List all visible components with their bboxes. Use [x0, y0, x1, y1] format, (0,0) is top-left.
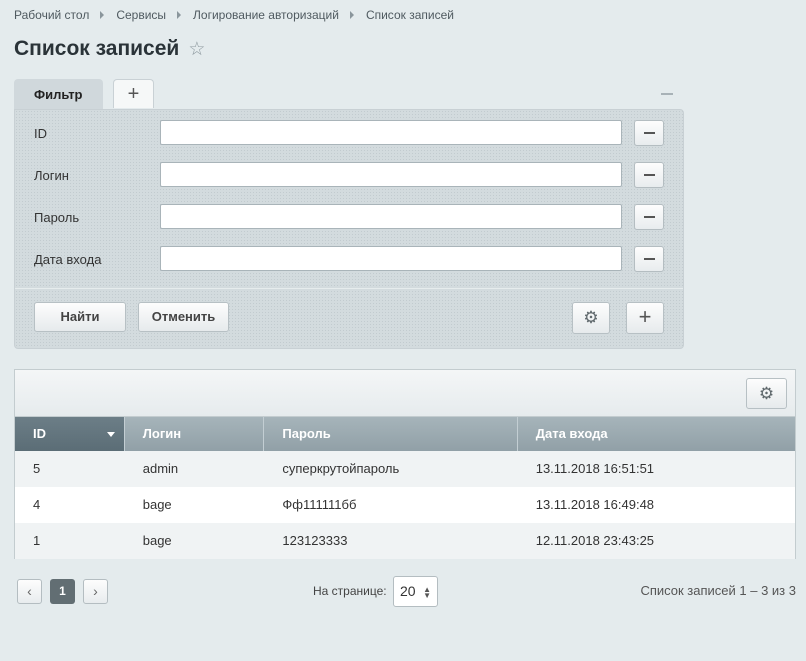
breadcrumb-auth-logging[interactable]: Логирование авторизаций [193, 8, 339, 22]
filter-input-login-date[interactable] [160, 246, 622, 271]
remove-field-button[interactable] [634, 162, 664, 188]
filter-input-id[interactable] [160, 120, 622, 145]
cancel-button[interactable]: Отменить [138, 302, 229, 332]
remove-field-button[interactable] [634, 246, 664, 272]
table-row[interactable]: 5 admin суперкрутойпароль 13.11.2018 16:… [15, 451, 795, 487]
filter-label-login-date: Дата входа [34, 252, 102, 267]
add-field-button[interactable]: + [626, 302, 664, 334]
column-header-id[interactable]: ID [15, 417, 125, 451]
grid-settings-button[interactable]: ⚙ [746, 378, 787, 409]
cell-login: bage [142, 497, 172, 512]
column-header-login[interactable]: Логин [125, 417, 265, 451]
cell-password: Фф111111бб [282, 497, 357, 512]
current-page-button[interactable]: 1 [50, 579, 75, 604]
select-arrows-icon: ▲ ▼ [423, 585, 431, 600]
prev-page-button[interactable]: ‹ [17, 579, 42, 604]
filter-label-login: Логин [34, 168, 69, 183]
table-row[interactable]: 4 bage Фф111111бб 13.11.2018 16:49:48 [15, 487, 795, 523]
filter-label-password: Пароль [34, 210, 80, 225]
filter-panel: ID Логин Пароль Дата входа Найти Отменит… [14, 109, 684, 349]
filter-input-login[interactable] [160, 162, 622, 187]
remove-field-button[interactable] [634, 120, 664, 146]
cell-login: admin [142, 461, 179, 476]
filter-row-password: Пароль [15, 204, 683, 230]
records-grid: ⚙ ID Логин Пароль Дата входа 5 admin суп… [14, 369, 796, 559]
page-title-wrap: Список записей ☆ [14, 37, 205, 61]
filter-row-id: ID [15, 120, 683, 146]
cell-id: 1 [33, 533, 41, 548]
breadcrumb-desktop[interactable]: Рабочий стол [14, 8, 89, 22]
breadcrumb-separator-icon [177, 11, 182, 19]
filter-divider [15, 288, 683, 289]
filter-row-login-date: Дата входа [15, 246, 683, 272]
cell-id: 5 [33, 461, 41, 476]
records-summary: Список записей 1 – 3 из 3 [640, 583, 796, 598]
breadcrumb-services[interactable]: Сервисы [116, 8, 166, 22]
per-page-value: 20 [400, 583, 416, 599]
star-icon[interactable]: ☆ [188, 40, 205, 59]
table-row[interactable]: 1 bage 123123333 12.11.2018 23:43:25 [15, 523, 795, 559]
per-page-select[interactable]: 20 ▲ ▼ [393, 576, 438, 607]
gear-icon: ⚙ [583, 308, 599, 327]
page-title: Список записей [14, 37, 180, 60]
column-header-login-date[interactable]: Дата входа [518, 417, 795, 451]
find-button[interactable]: Найти [34, 302, 126, 332]
add-filter-tab-button[interactable]: + [113, 79, 154, 108]
grid-toolbar: ⚙ [15, 370, 795, 417]
cell-login-date: 13.11.2018 16:51:51 [535, 461, 655, 476]
gear-icon: ⚙ [758, 384, 775, 403]
next-page-button[interactable]: › [83, 579, 108, 604]
filter-label-id: ID [34, 126, 47, 141]
grid-body: 5 admin суперкрутойпароль 13.11.2018 16:… [15, 451, 795, 559]
breadcrumb-current[interactable]: Список записей [366, 8, 454, 22]
cell-login-date: 13.11.2018 16:49:48 [535, 497, 655, 512]
remove-field-button[interactable] [634, 204, 664, 230]
filter-input-password[interactable] [160, 204, 622, 229]
tab-filter[interactable]: Фильтр [14, 79, 103, 110]
filter-settings-button[interactable]: ⚙ [572, 302, 610, 334]
cell-login: bage [142, 533, 172, 548]
cell-password: 123123333 [282, 533, 348, 548]
grid-header: ID Логин Пароль Дата входа [15, 417, 795, 451]
sort-desc-icon [106, 432, 115, 437]
per-page-label: На странице: [313, 584, 387, 598]
cell-login-date: 12.11.2018 23:43:25 [535, 533, 655, 548]
breadcrumb-separator-icon [349, 11, 354, 19]
column-header-password[interactable]: Пароль [264, 417, 518, 451]
filter-row-login: Логин [15, 162, 683, 188]
breadcrumb-separator-icon [100, 11, 105, 19]
breadcrumb: Рабочий стол Сервисы Логирование авториз… [14, 8, 454, 22]
cell-id: 4 [33, 497, 41, 512]
cell-password: суперкрутойпароль [282, 461, 400, 476]
collapse-filter-icon[interactable] [661, 93, 673, 95]
column-header-label: ID [33, 426, 46, 441]
